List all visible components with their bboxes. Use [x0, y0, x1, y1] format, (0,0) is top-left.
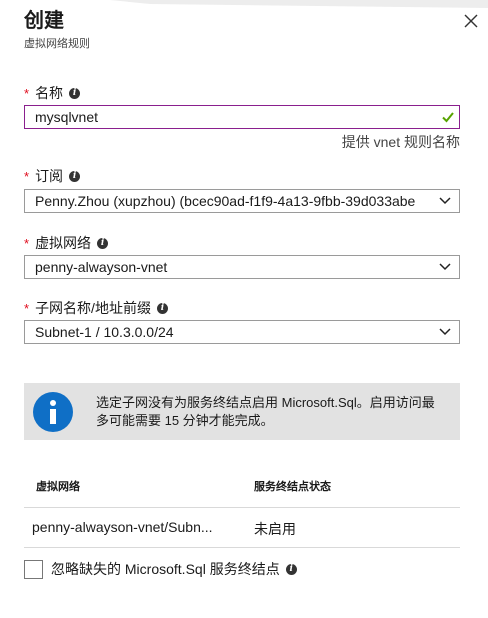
ignore-missing-endpoint-checkbox[interactable] [24, 559, 43, 579]
vnet-select[interactable]: penny-alwayson-vnet [24, 255, 460, 279]
info-icon[interactable]: i [69, 170, 81, 182]
checkmark-icon [441, 110, 455, 124]
divider [24, 507, 460, 508]
page-title: 创建 [24, 10, 64, 32]
table-cell-vnet: penny-alwayson-vnet/Subn... [32, 519, 213, 535]
chevron-down-icon [439, 328, 451, 336]
table-cell-status: 未启用 [254, 521, 296, 537]
vnet-label: * 虚拟网络 i [24, 233, 109, 253]
info-icon[interactable]: i [285, 563, 297, 575]
name-label: * 名称 i [24, 83, 81, 103]
info-icon[interactable]: i [156, 302, 168, 314]
info-message-text: 选定子网没有为服务终结点启用 Microsoft.Sql。启用访问最多可能需要 … [96, 394, 435, 428]
required-marker: * [24, 85, 30, 101]
page-subtitle: 虚拟网络规则 [24, 38, 90, 50]
ignore-missing-endpoint-label: 忽略缺失的 Microsoft.Sql 服务终结点 [51, 561, 280, 577]
name-hint: 提供 vnet 规则名称 [341, 134, 460, 150]
subscription-label: * 订阅 i [24, 166, 81, 186]
subnet-label: * 子网名称/地址前缀 i [24, 298, 168, 318]
ignore-missing-endpoint-row: 忽略缺失的 Microsoft.Sql 服务终结点 i [24, 559, 297, 579]
close-icon [464, 14, 478, 28]
divider [24, 547, 460, 548]
info-message-box: 选定子网没有为服务终结点启用 Microsoft.Sql。启用访问最多可能需要 … [24, 383, 460, 440]
column-header-vnet: 虚拟网络 [36, 481, 80, 493]
required-marker: * [24, 235, 30, 251]
blade-header: 创建 虚拟网络规则 [24, 8, 90, 51]
subnet-select[interactable]: Subnet-1 / 10.3.0.0/24 [24, 320, 460, 344]
chevron-down-icon [439, 263, 451, 271]
chevron-down-icon [439, 197, 451, 205]
required-marker: * [24, 168, 30, 184]
info-icon[interactable]: i [97, 237, 109, 249]
column-header-status: 服务终结点状态 [254, 481, 331, 493]
required-marker: * [24, 300, 30, 316]
close-button[interactable] [462, 12, 480, 30]
info-icon[interactable]: i [69, 87, 81, 99]
info-circle-icon [33, 391, 73, 432]
subscription-select[interactable]: Penny.Zhou (xupzhou) (bcec90ad-f1f9-4a13… [24, 189, 460, 213]
name-input[interactable]: mysqlvnet [24, 105, 460, 129]
